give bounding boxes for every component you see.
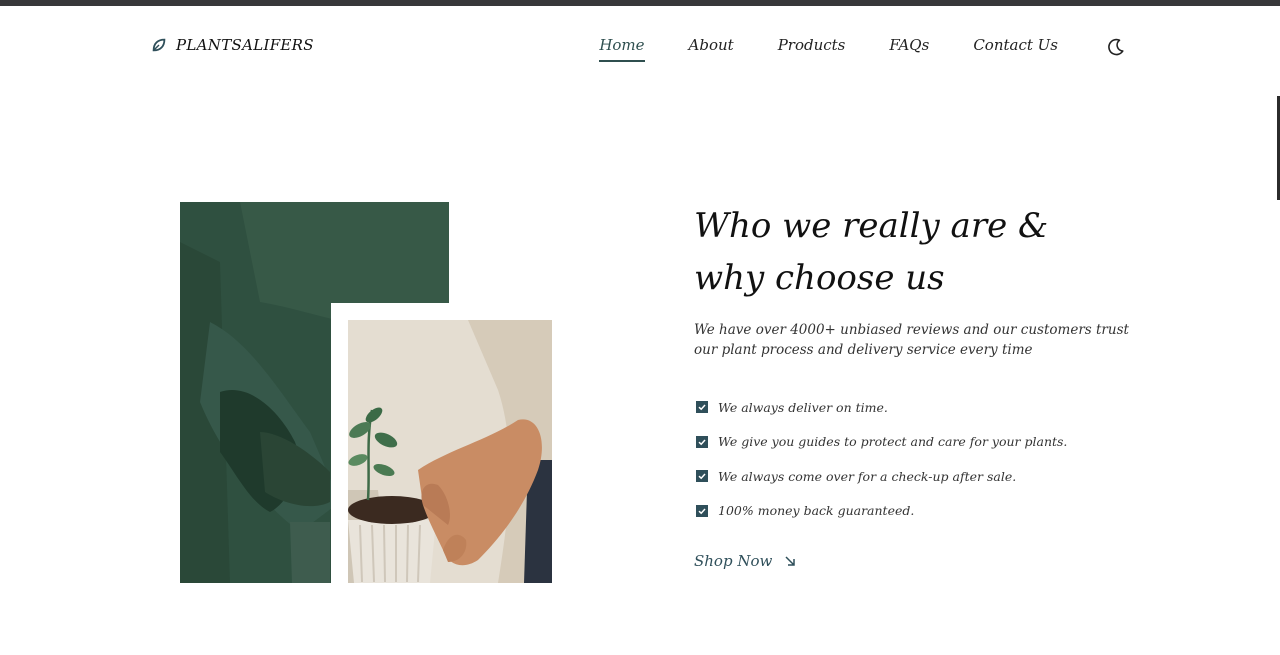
- seedling-pot-photo: [348, 320, 552, 583]
- nav-about[interactable]: About: [689, 36, 734, 62]
- moon-icon[interactable]: [1106, 37, 1126, 57]
- checkbox-icon: [696, 504, 708, 517]
- site-header: PLANTSALIFERS Home About Products FAQs C…: [0, 6, 1280, 86]
- feature-text: We give you guides to protect and care f…: [718, 434, 1068, 450]
- shop-now-label: Shop Now: [694, 552, 773, 570]
- nav-home[interactable]: Home: [599, 36, 645, 62]
- section-heading: Who we really are & why choose us: [694, 200, 1114, 304]
- feature-item: We always come over for a check-up after…: [696, 459, 1067, 494]
- heading-line-2: why choose us: [694, 258, 945, 298]
- nav-contact[interactable]: Contact Us: [973, 36, 1058, 62]
- feature-text: We always come over for a check-up after…: [718, 468, 1017, 484]
- arrow-down-right-icon: [785, 556, 796, 566]
- about-image-front: [348, 320, 552, 583]
- heading-line-1: Who we really are &: [694, 206, 1049, 246]
- feature-list: We always deliver on time. We give you g…: [696, 390, 1067, 528]
- main-nav: Home About Products FAQs Contact Us: [599, 36, 1058, 62]
- checkbox-icon: [696, 401, 708, 414]
- leaf-icon: [152, 38, 166, 52]
- brand-logo[interactable]: PLANTSALIFERS: [150, 36, 314, 54]
- checkbox-icon: [696, 435, 708, 448]
- feature-item: We give you guides to protect and care f…: [696, 425, 1067, 460]
- brand-name: PLANTSALIFERS: [176, 36, 314, 54]
- feature-text: We always deliver on time.: [718, 399, 888, 415]
- feature-item: We always deliver on time.: [696, 390, 1067, 425]
- shop-now-link[interactable]: Shop Now: [694, 552, 796, 570]
- section-lead: We have over 4000+ unbiased reviews and …: [694, 322, 1129, 358]
- nav-faqs[interactable]: FAQs: [889, 36, 929, 62]
- nav-products[interactable]: Products: [778, 36, 846, 62]
- checkbox-icon: [696, 470, 708, 483]
- feature-text: 100% money back guaranteed.: [718, 503, 915, 519]
- feature-item: 100% money back guaranteed.: [696, 494, 1067, 529]
